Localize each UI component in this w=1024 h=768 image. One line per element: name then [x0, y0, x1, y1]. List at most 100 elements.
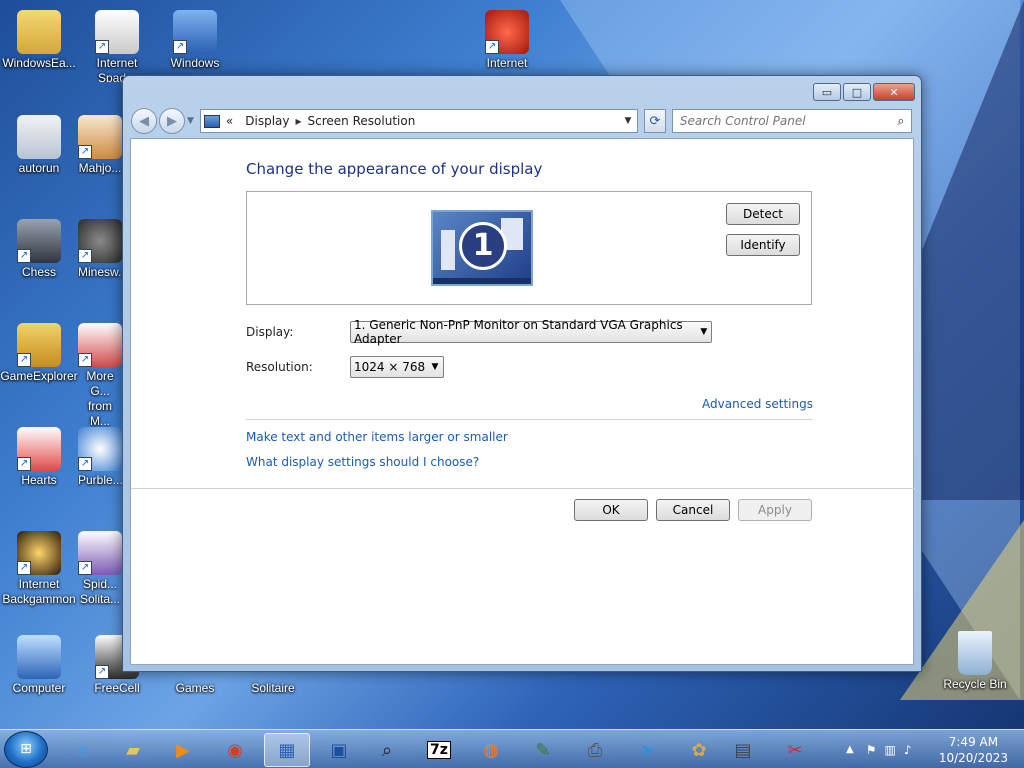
- desktop-icon-purble[interactable]: ↗ Purble...: [78, 427, 122, 488]
- internet-games-icon: ↗: [485, 10, 529, 54]
- taskbar-fax[interactable]: ⎙: [572, 733, 618, 767]
- start-button[interactable]: ⊞: [4, 731, 48, 768]
- maximize-button[interactable]: □: [843, 83, 871, 101]
- ok-button[interactable]: OK: [574, 499, 648, 521]
- desktop-icon-internet-spades[interactable]: ↗ Internet Spad...: [78, 10, 156, 82]
- desktop-icon-label: Spid... Solita...: [79, 577, 121, 606]
- taskbar-internet-explorer[interactable]: ℯ: [60, 733, 106, 767]
- address-dropdown-icon[interactable]: ▼: [619, 116, 637, 126]
- cancel-button[interactable]: Cancel: [656, 499, 730, 521]
- desktop-icon-hearts[interactable]: ↗ Hearts: [0, 427, 78, 488]
- desktop-icon-recycle-bin[interactable]: Recycle Bin: [936, 631, 1014, 692]
- windows-update-icon: ↗: [173, 10, 217, 54]
- taskbar: ⊞ ℯ ▰ ▶ ◉ ▦ ▣ ⌕ 7z ◍ ✎ ⎙ ➤ ✿ ▤ ✂ ▲ ⚑ ▥ ♪…: [0, 729, 1024, 768]
- breadcrumb-overflow[interactable]: «: [226, 114, 233, 128]
- desktop-icon-more-games[interactable]: ↗ More G... from M...: [78, 323, 122, 429]
- volume-muted-icon[interactable]: ♪: [904, 743, 912, 757]
- display-help-link[interactable]: What display settings should I choose?: [246, 455, 479, 469]
- desktop-icon-label: Internet Backgammon: [2, 577, 76, 606]
- taskbar-media-player[interactable]: ▶: [160, 733, 206, 767]
- minimize-button[interactable]: ▭: [813, 83, 841, 101]
- desktop-icon-label: Solitaire: [251, 681, 295, 695]
- recent-pages-dropdown-icon[interactable]: ▼: [187, 116, 194, 126]
- desktop-icon-label: Games: [175, 681, 215, 695]
- desktop-icon-mahjong[interactable]: ↗ Mahjo...: [78, 115, 122, 176]
- desktop-icon-label: Computer: [12, 681, 66, 695]
- taskbar-snipping-tool[interactable]: ✂: [772, 733, 818, 767]
- paint-palette-icon: ✿: [691, 739, 707, 761]
- refresh-icon: ⟳: [649, 113, 661, 129]
- content-area: Change the appearance of your display 1 …: [130, 138, 915, 665]
- breadcrumb-separator-icon[interactable]: ▸: [296, 114, 302, 128]
- taskbar-control-panel[interactable]: ▦: [264, 733, 310, 767]
- display-select-value: 1. Generic Non-PnP Monitor on Standard V…: [354, 318, 683, 346]
- monitor-1-thumbnail[interactable]: 1: [431, 210, 533, 286]
- taskbar-notepadpp[interactable]: ✎: [520, 733, 566, 767]
- taskbar-explorer[interactable]: ▰: [110, 733, 156, 767]
- refresh-button[interactable]: ⟳: [643, 109, 666, 133]
- windows-logo-icon: ⊞: [20, 741, 32, 757]
- network-icon[interactable]: ▥: [884, 743, 895, 757]
- taskbar-paint[interactable]: ✿: [676, 733, 722, 767]
- desktop-icon-gameexplorer[interactable]: ↗ GameExplorer: [0, 323, 78, 384]
- desktop-icon-computer[interactable]: Computer: [0, 635, 78, 696]
- desktop-icon-windows[interactable]: ↗ Windows: [156, 10, 234, 71]
- search-icon[interactable]: ⌕: [891, 114, 911, 129]
- desktop-icon-internet[interactable]: ↗ Internet: [468, 10, 546, 71]
- mine-icon: ↗: [78, 219, 122, 263]
- display-control-panel-icon: [203, 114, 220, 128]
- forward-button[interactable]: ▶: [159, 108, 185, 134]
- taskbar-7zip[interactable]: 7z: [416, 733, 462, 767]
- desktop-icon-label: Hearts: [21, 473, 57, 487]
- taskbar-remote-desktop[interactable]: ▣: [316, 733, 362, 767]
- desktop-icon-spider[interactable]: ↗ Spid... Solita...: [78, 531, 122, 607]
- hearts-icon: ↗: [17, 427, 61, 471]
- desktop-icon-minesweeper[interactable]: ↗ Minesw...: [78, 219, 122, 280]
- search-input[interactable]: [679, 114, 891, 128]
- resolution-label: Resolution:: [246, 360, 313, 374]
- resolution-select[interactable]: 1024 × 768 ▼: [350, 356, 444, 378]
- monitor-thumbnail-window: [441, 230, 455, 270]
- spider-icon: ↗: [78, 531, 122, 575]
- desktop-icon-autorun[interactable]: autorun: [0, 115, 78, 176]
- breadcrumb-display[interactable]: Display: [245, 114, 289, 128]
- back-button[interactable]: ◀: [131, 108, 157, 134]
- taskbar-chrome[interactable]: ◉: [212, 733, 258, 767]
- desktop-icon-solitaire[interactable]: Solitaire: [234, 681, 312, 696]
- taskbar-firefox[interactable]: ◍: [468, 733, 514, 767]
- close-button[interactable]: ✕: [873, 83, 915, 101]
- search-box[interactable]: ⌕: [671, 109, 912, 133]
- apply-button[interactable]: Apply: [738, 499, 812, 521]
- desktop-icon-label: Windows: [170, 56, 220, 70]
- desktop-icon-label: Recycle Bin: [943, 677, 1007, 691]
- detect-button[interactable]: Detect: [726, 203, 800, 225]
- show-hidden-icons-icon[interactable]: ▲: [846, 744, 854, 755]
- desktop-icon-windowseasy[interactable]: WindowsEa...: [0, 10, 78, 71]
- desktop-icon-chess[interactable]: ↗ Chess: [0, 219, 78, 280]
- display-select[interactable]: 1. Generic Non-PnP Monitor on Standard V…: [350, 318, 712, 346]
- desktop-icon-games[interactable]: Games: [156, 681, 234, 696]
- taskbar-search[interactable]: ⌕: [364, 733, 410, 767]
- text-size-link[interactable]: Make text and other items larger or smal…: [246, 430, 508, 444]
- screen-resolution-window: ▭ □ ✕ ◀ ▶ ▼ « Display ▸ Screen Resolutio…: [122, 75, 922, 672]
- chevron-down-icon: ▼: [700, 327, 708, 337]
- desktop-icon-label: More G... from M...: [86, 369, 114, 428]
- identify-button[interactable]: Identify: [726, 234, 800, 256]
- address-bar[interactable]: « Display ▸ Screen Resolution ▼: [199, 109, 638, 133]
- game-explorer-icon: ↗: [17, 323, 61, 367]
- internet-explorer-icon: ℯ: [77, 739, 89, 761]
- taskbar-calculator[interactable]: ▤: [720, 733, 766, 767]
- advanced-settings-link[interactable]: Advanced settings: [702, 397, 813, 411]
- control-panel-icon: ▦: [278, 739, 296, 761]
- desktop-icon-label: GameExplorer: [0, 369, 78, 383]
- clock[interactable]: 7:49 AM 10/20/2023: [939, 734, 1008, 766]
- action-center-icon[interactable]: ⚑: [866, 743, 877, 757]
- magnifier-icon: ⌕: [381, 739, 393, 761]
- remote-desktop-icon: ▣: [330, 739, 348, 761]
- taskbar-messenger[interactable]: ➤: [624, 733, 670, 767]
- desktop-icon-internet-backgammon[interactable]: ↗ Internet Backgammon: [0, 531, 78, 607]
- breadcrumb-screen-resolution[interactable]: Screen Resolution: [308, 114, 416, 128]
- mahjong-icon: ↗: [78, 115, 122, 159]
- desktop-icon-label: Internet: [486, 56, 528, 70]
- cards-icon: ↗: [78, 323, 122, 367]
